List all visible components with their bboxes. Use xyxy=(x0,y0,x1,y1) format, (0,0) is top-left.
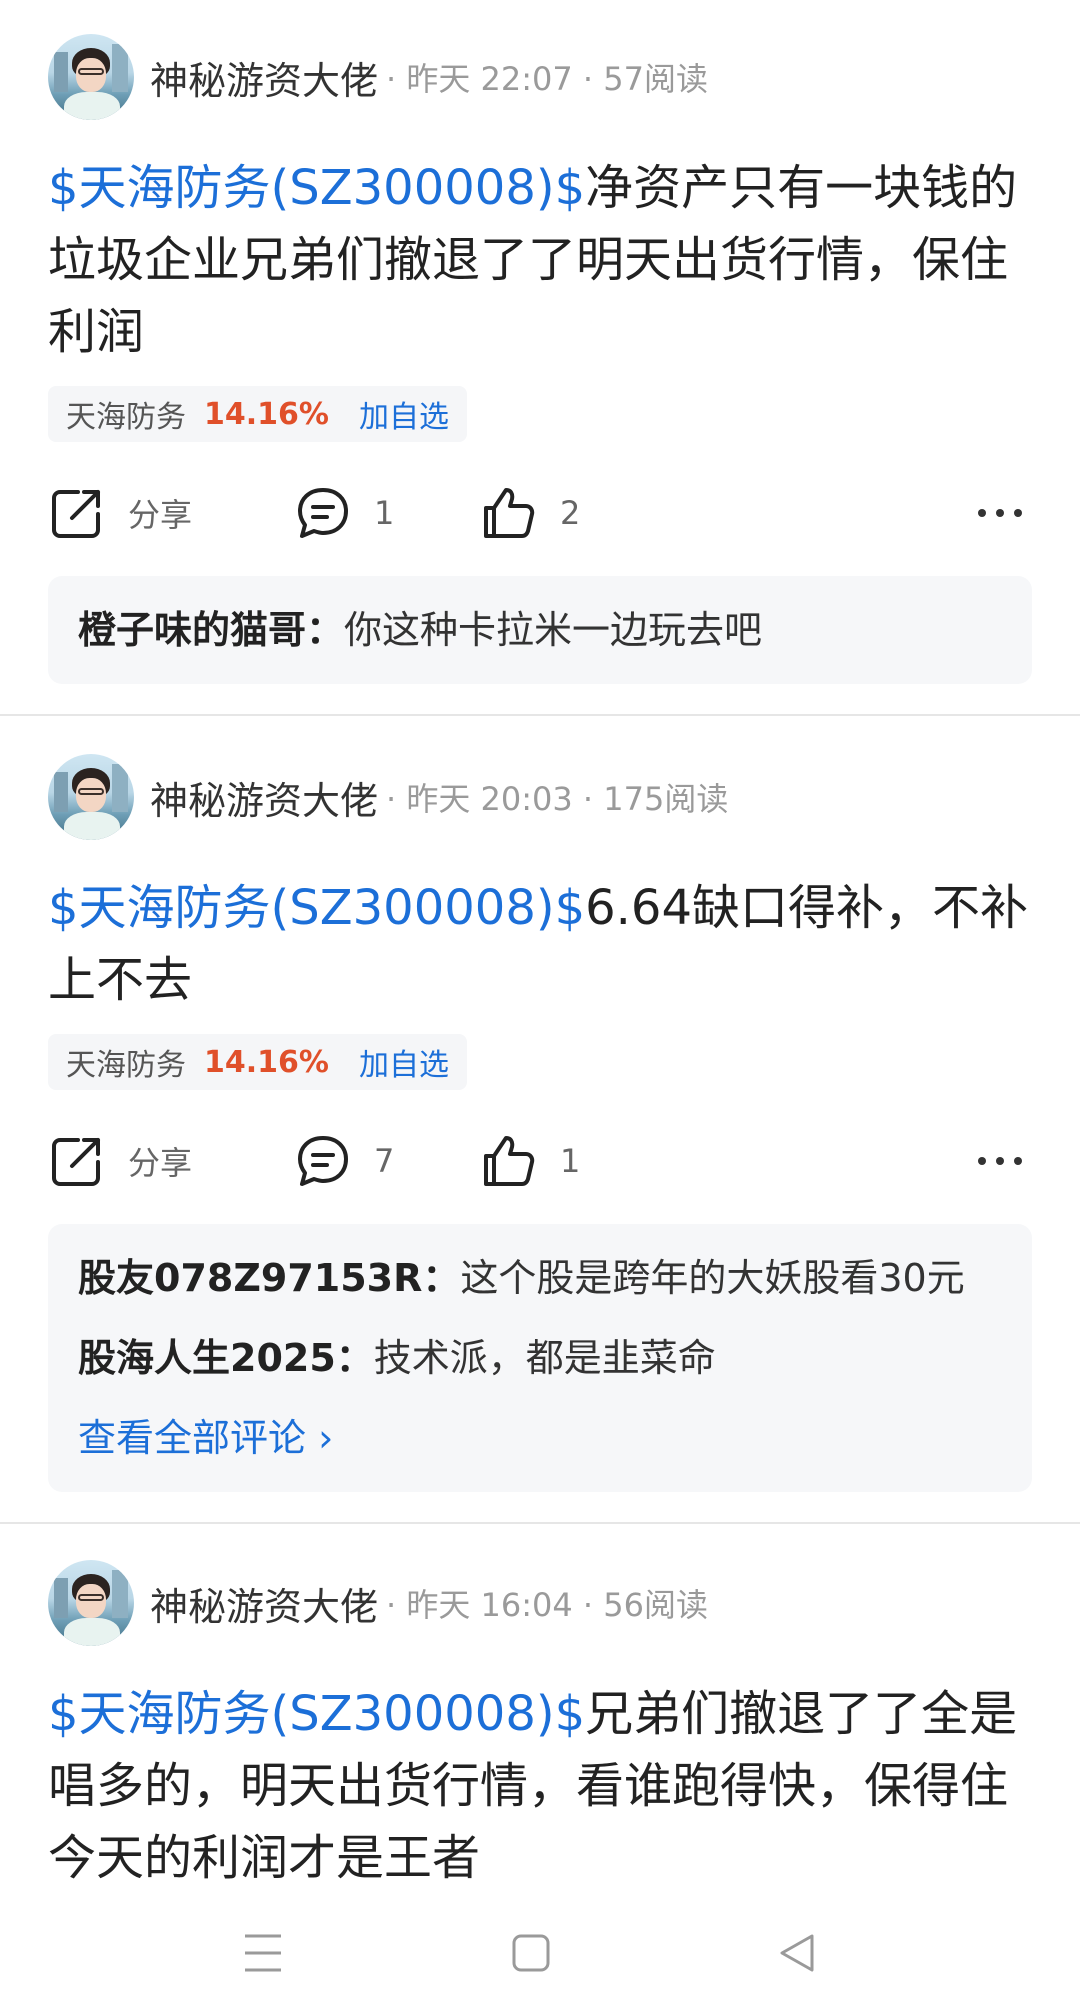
view-all-comments-link[interactable]: 查看全部评论 › xyxy=(78,1398,1002,1478)
menu-icon xyxy=(245,1934,281,1972)
more-icon xyxy=(978,1157,1022,1165)
home-icon xyxy=(512,1934,550,1972)
comment-user[interactable]: 股友078Z97153R： xyxy=(78,1256,460,1300)
comment-text: 这个股是跨年的大妖股看30元 xyxy=(460,1256,965,1300)
home-button[interactable] xyxy=(510,1930,552,1980)
avatar[interactable] xyxy=(48,1560,134,1646)
post-header: 神秘游资大佬 · 昨天 22:07 · 57阅读 xyxy=(48,34,708,120)
menu-button[interactable] xyxy=(242,1930,284,1980)
stock-tag-link[interactable]: $天海防务(SZ300008)$ xyxy=(48,880,585,936)
share-button[interactable]: 分享 xyxy=(48,1126,192,1196)
share-button[interactable]: 分享 xyxy=(48,478,192,548)
stock-chip[interactable]: 天海防务 14.16% 加自选 xyxy=(48,386,467,442)
divider xyxy=(0,714,1080,716)
add-watchlist-button[interactable]: 加自选 xyxy=(359,1040,449,1084)
back-button[interactable] xyxy=(776,1930,818,1980)
more-button[interactable] xyxy=(976,478,1024,548)
like-icon xyxy=(484,1136,535,1186)
comment-count: 7 xyxy=(374,1142,395,1180)
comment-item[interactable]: 股友078Z97153R：这个股是跨年的大妖股看30元 xyxy=(78,1238,1002,1318)
action-bar: 分享 1 2 xyxy=(48,478,1032,548)
post-content[interactable]: $天海防务(SZ300008)$兄弟们撤退了了全是唱多的，明天出货行情，看谁跑得… xyxy=(48,1678,1038,1894)
comment-user[interactable]: 股海人生2025： xyxy=(78,1336,374,1380)
comment-icon xyxy=(298,1136,348,1186)
add-watchlist-button[interactable]: 加自选 xyxy=(359,392,449,436)
comment-icon xyxy=(298,488,348,538)
stock-tag-link[interactable]: $天海防务(SZ300008)$ xyxy=(48,160,585,216)
stock-name: 天海防务 xyxy=(66,1048,186,1083)
author-name[interactable]: 神秘游资大佬 xyxy=(150,770,378,825)
back-icon xyxy=(780,1934,814,1972)
stock-change: 14.16% xyxy=(204,1044,329,1080)
avatar[interactable] xyxy=(48,34,134,120)
stock-name: 天海防务 xyxy=(66,400,186,435)
like-count: 1 xyxy=(560,1142,581,1180)
comment-item[interactable]: 橙子味的猫哥：你这种卡拉米一边玩去吧 xyxy=(78,590,1002,670)
post-meta: · 昨天 22:07 · 57阅读 xyxy=(386,60,708,98)
stock-change: 14.16% xyxy=(204,396,329,432)
comment-user[interactable]: 橙子味的猫哥： xyxy=(78,608,344,652)
like-button[interactable]: 1 xyxy=(480,1126,580,1196)
post-meta: · 昨天 16:04 · 56阅读 xyxy=(386,1586,708,1624)
comment-button[interactable]: 1 xyxy=(294,478,394,548)
comment-text: 你这种卡拉米一边玩去吧 xyxy=(344,608,763,652)
like-button[interactable]: 2 xyxy=(480,478,580,548)
action-bar: 分享 7 1 xyxy=(48,1126,1032,1196)
more-button[interactable] xyxy=(976,1126,1024,1196)
author-name[interactable]: 神秘游资大佬 xyxy=(150,50,378,105)
more-icon xyxy=(978,509,1022,517)
system-navigation-bar xyxy=(0,1900,1080,2013)
like-icon xyxy=(484,488,535,538)
post-header: 神秘游资大佬 · 昨天 16:04 · 56阅读 xyxy=(48,1560,708,1646)
comment-item[interactable]: 股海人生2025：技术派，都是韭菜命 xyxy=(78,1318,1002,1398)
comment-panel[interactable]: 股友078Z97153R：这个股是跨年的大妖股看30元 股海人生2025：技术派… xyxy=(48,1224,1032,1492)
post-content[interactable]: $天海防务(SZ300008)$6.64缺口得补，不补上不去 xyxy=(48,872,1038,1016)
avatar[interactable] xyxy=(48,754,134,840)
like-count: 2 xyxy=(560,494,581,532)
comment-panel[interactable]: 橙子味的猫哥：你这种卡拉米一边玩去吧 xyxy=(48,576,1032,684)
stock-tag-link[interactable]: $天海防务(SZ300008)$ xyxy=(48,1686,585,1742)
comment-button[interactable]: 7 xyxy=(294,1126,394,1196)
share-label: 分享 xyxy=(128,1144,193,1182)
divider xyxy=(0,1522,1080,1524)
comment-count: 1 xyxy=(374,494,395,532)
share-label: 分享 xyxy=(128,496,193,534)
author-name[interactable]: 神秘游资大佬 xyxy=(150,1576,378,1631)
post-content[interactable]: $天海防务(SZ300008)$净资产只有一块钱的垃圾企业兄弟们撤退了了明天出货… xyxy=(48,152,1038,368)
share-icon xyxy=(52,1138,100,1186)
stock-chip[interactable]: 天海防务 14.16% 加自选 xyxy=(48,1034,467,1090)
post-meta: · 昨天 20:03 · 175阅读 xyxy=(386,780,729,818)
share-icon xyxy=(52,490,100,538)
post-header: 神秘游资大佬 · 昨天 20:03 · 175阅读 xyxy=(48,754,728,840)
comment-text: 技术派，都是韭菜命 xyxy=(373,1336,716,1380)
